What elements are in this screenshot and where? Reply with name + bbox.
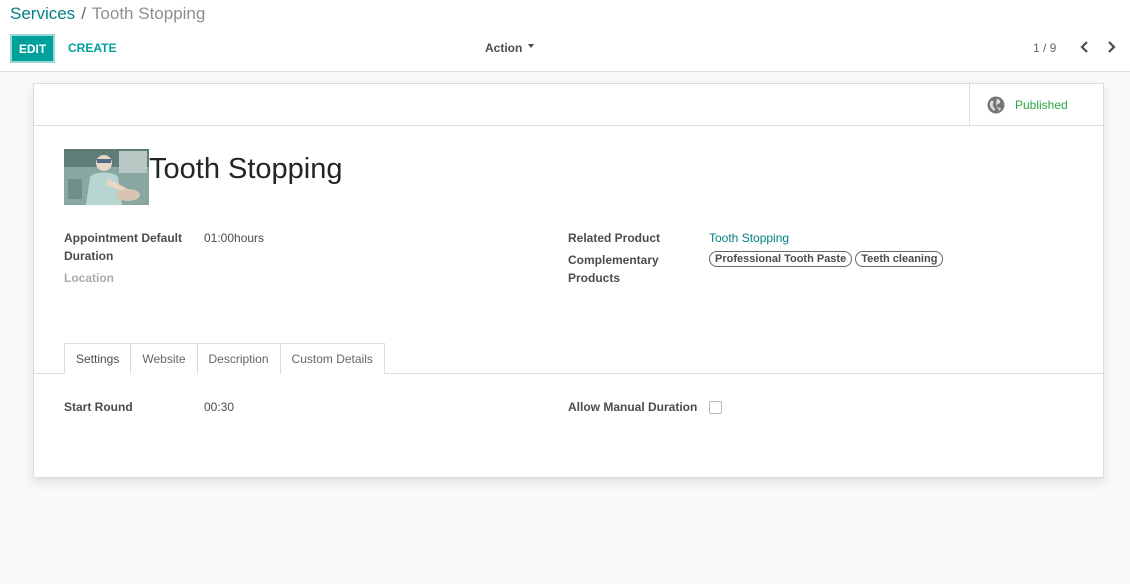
start-round-label: Start Round	[64, 400, 133, 414]
duration-label-line1: Appointment Default	[64, 231, 182, 245]
caret-down-icon	[528, 44, 535, 48]
chevron-left-icon	[1080, 41, 1088, 53]
related-product-label: Related Product	[568, 231, 661, 245]
tab-website[interactable]: Website	[130, 343, 198, 374]
tab-description[interactable]: Description	[196, 343, 281, 374]
duration-value: 01:00hours	[204, 231, 265, 245]
start-round-value: 00:30	[204, 400, 235, 414]
tag-professional-tooth-paste[interactable]: Professional Tooth Paste	[709, 251, 853, 267]
complementary-label-line2: Products	[568, 271, 621, 285]
edit-button[interactable]: EDIT	[10, 34, 55, 63]
related-product-link[interactable]: Tooth Stopping	[709, 229, 789, 247]
record-image[interactable]	[64, 149, 149, 205]
record-title: Tooth Stopping	[149, 153, 343, 185]
breadcrumb-services-link[interactable]: Services	[10, 4, 75, 23]
control-panel: Services / Tooth Stopping EDIT CREATE Acti…	[0, 0, 1130, 72]
allow-manual-duration-label: Allow Manual Duration	[568, 400, 698, 414]
breadcrumb-separator: /	[81, 4, 86, 23]
breadcrumb: Services / Tooth Stopping	[10, 5, 205, 23]
notebook-tabs: Settings Website Description Custom Deta…	[64, 343, 385, 374]
complementary-tags: Professional Tooth Paste Teeth cleaning	[709, 251, 944, 267]
breadcrumb-current: Tooth Stopping	[91, 4, 206, 23]
pager-previous-button[interactable]	[1078, 38, 1092, 56]
button-box: Published	[34, 84, 1103, 126]
complementary-products-label: Complementary Products	[568, 251, 659, 287]
globe-icon	[987, 96, 1005, 114]
allow-manual-duration-checkbox[interactable]	[709, 401, 722, 414]
tab-settings[interactable]: Settings	[64, 343, 132, 374]
tab-custom-details[interactable]: Custom Details	[279, 343, 385, 374]
pager-value[interactable]: 1 / 9	[1033, 41, 1056, 55]
website-published-button[interactable]: Published	[969, 84, 1103, 126]
pager-next-button[interactable]	[1104, 38, 1118, 56]
complementary-label-line1: Complementary	[568, 253, 659, 267]
action-dropdown[interactable]: Action	[485, 41, 535, 55]
duration-label: Appointment Default Duration	[64, 229, 182, 265]
create-button[interactable]: CREATE	[68, 41, 116, 55]
action-dropdown-label: Action	[485, 41, 523, 55]
location-label: Location	[64, 271, 114, 285]
duration-label-line2: Duration	[64, 249, 114, 263]
tag-teeth-cleaning[interactable]: Teeth cleaning	[855, 251, 944, 267]
published-label: Published	[1015, 98, 1068, 112]
dentist-photo-icon	[64, 149, 149, 205]
chevron-right-icon	[1108, 41, 1116, 53]
form-sheet: Published Tooth Stopping Appointment Def…	[33, 83, 1104, 478]
